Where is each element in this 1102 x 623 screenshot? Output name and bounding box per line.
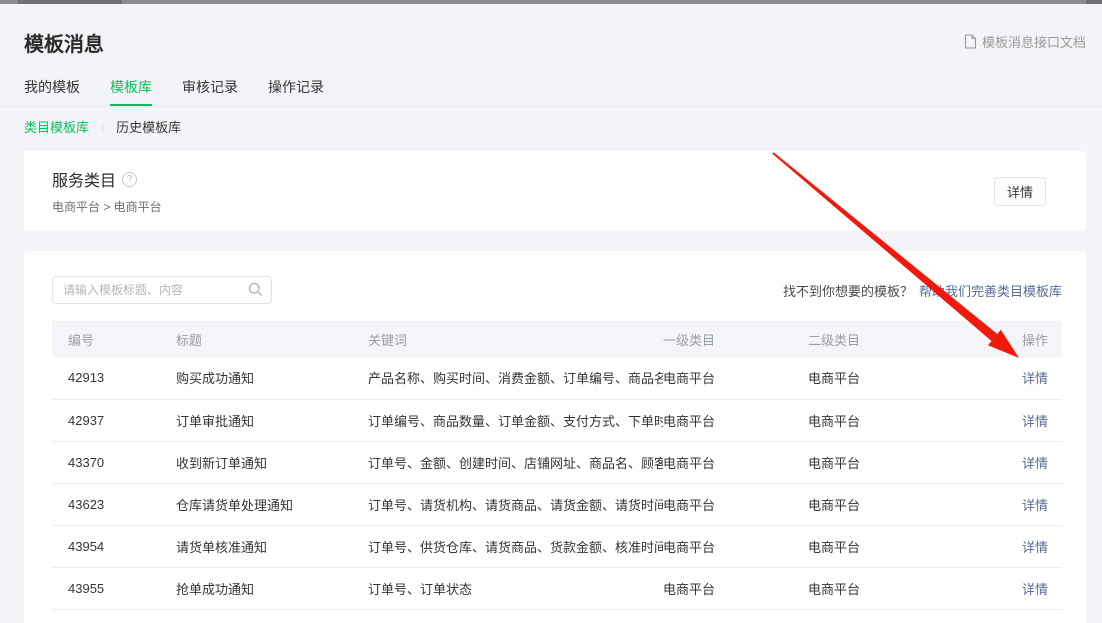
cell-keywords: 订单号、订单状态 [368,567,663,609]
subtab-bar: 类目模板库 | 历史模板库 [0,107,1102,136]
cell-action: 详情 [1022,441,1062,483]
cell-action: 详情 [1022,357,1062,399]
table-row: 42913购买成功通知产品名称、购买时间、消费金额、订单编号、商品名称、支...… [52,357,1062,399]
cell-title: 收到新订单通知 [176,441,368,483]
cell-title: 抢单失败通知 [176,609,368,623]
cell-cat1: 电商平台 [663,441,808,483]
subtab-divider: | [101,120,104,134]
cell-cat2: 电商平台 [808,525,1022,567]
api-doc-label: 模板消息接口文档 [982,32,1086,51]
table-header-row: 编号 标题 关键词 一级类目 二级类目 操作 [52,321,1062,357]
cell-id: 43623 [52,483,176,525]
header-id: 编号 [52,321,176,357]
cell-cat1: 电商平台 [663,483,808,525]
cell-title: 抢单成功通知 [176,567,368,609]
cell-keywords: 产品名称、购买时间、消费金额、订单编号、商品名称、支... [368,357,663,399]
feedback-link[interactable]: 帮助我们完善类目模板库 [919,284,1062,299]
cell-keywords: 订单号、订单状态 [368,609,663,623]
template-table: 编号 标题 关键词 一级类目 二级类目 操作 42913购买成功通知产品名称、购… [52,321,1062,623]
cell-cat2: 电商平台 [808,609,1022,623]
cell-keywords: 订单号、金额、创建时间、店铺网址、商品名、顾客、数量... [368,441,663,483]
cell-cat2: 电商平台 [808,441,1022,483]
cell-cat2: 电商平台 [808,483,1022,525]
cell-id: 43954 [52,525,176,567]
table-row: 43954请货单核准通知订单号、供货仓库、请货商品、货款金额、核准时间电商平台电… [52,525,1062,567]
tab-operation-records[interactable]: 操作记录 [268,77,324,106]
cell-title: 请货单核准通知 [176,525,368,567]
cell-title: 仓库请货单处理通知 [176,483,368,525]
table-row: 43623仓库请货单处理通知订单号、请货机构、请货商品、请货金额、请货时间电商平… [52,483,1062,525]
cell-id: 43955 [52,567,176,609]
tab-bar: 我的模板 模板库 审核记录 操作记录 [0,57,1102,107]
cell-cat2: 电商平台 [808,399,1022,441]
cell-cat1: 电商平台 [663,567,808,609]
cell-keywords: 订单编号、商品数量、订单金额、支付方式、下单时间 [368,399,663,441]
cell-action: 详情 [1022,525,1062,567]
cell-cat1: 电商平台 [663,399,808,441]
tab-my-templates[interactable]: 我的模板 [24,77,80,106]
row-detail-link[interactable]: 详情 [1022,456,1048,471]
table-row: 42937订单审批通知订单编号、商品数量、订单金额、支付方式、下单时间电商平台电… [52,399,1062,441]
search-box [52,276,272,304]
header-cat2: 二级类目 [808,321,1022,357]
row-detail-link[interactable]: 详情 [1022,582,1048,597]
tab-template-library[interactable]: 模板库 [110,77,152,106]
feedback-question: 找不到你想要的模板？ [783,284,913,299]
template-table-card: 找不到你想要的模板？ 帮助我们完善类目模板库 编号 标题 关键词 一级类目 二级类… [24,251,1086,623]
service-category-card: 服务类目 ? 电商平台 > 电商平台 详情 [24,151,1086,231]
cell-action: 详情 [1022,609,1062,623]
search-icon[interactable] [248,282,263,300]
table-row: 43955抢单成功通知订单号、订单状态电商平台电商平台详情 [52,567,1062,609]
header-action: 操作 [1022,321,1062,357]
cell-id: 43956 [52,609,176,623]
cell-title: 订单审批通知 [176,399,368,441]
cell-action: 详情 [1022,567,1062,609]
row-detail-link[interactable]: 详情 [1022,371,1048,386]
header-title: 标题 [176,321,368,357]
cell-title: 购买成功通知 [176,357,368,399]
help-icon[interactable]: ? [122,172,137,187]
category-detail-button[interactable]: 详情 [994,177,1046,206]
row-detail-link[interactable]: 详情 [1022,498,1048,513]
template-message-page: 模板消息 模板消息接口文档 我的模板 模板库 审核记录 操作记录 类目模板库 |… [0,4,1102,623]
table-row: 43370收到新订单通知订单号、金额、创建时间、店铺网址、商品名、顾客、数量..… [52,441,1062,483]
cell-cat1: 电商平台 [663,525,808,567]
cell-cat2: 电商平台 [808,357,1022,399]
document-icon [964,34,977,49]
page-title: 模板消息 [24,28,104,57]
search-input[interactable] [52,276,272,304]
cell-id: 42913 [52,357,176,399]
cell-cat1: 电商平台 [663,609,808,623]
cell-id: 42937 [52,399,176,441]
cell-cat2: 电商平台 [808,567,1022,609]
service-category-title: 服务类目 [52,167,116,191]
api-doc-link[interactable]: 模板消息接口文档 [964,32,1086,51]
cell-action: 详情 [1022,399,1062,441]
cell-keywords: 订单号、供货仓库、请货商品、货款金额、核准时间 [368,525,663,567]
cell-cat1: 电商平台 [663,357,808,399]
cell-keywords: 订单号、请货机构、请货商品、请货金额、请货时间 [368,483,663,525]
cell-id: 43370 [52,441,176,483]
subtab-history-library[interactable]: 历史模板库 [116,117,181,136]
tab-review-records[interactable]: 审核记录 [182,77,238,106]
breadcrumb: 电商平台 > 电商平台 [52,198,162,215]
row-detail-link[interactable]: 详情 [1022,414,1048,429]
cell-action: 详情 [1022,483,1062,525]
header-cat1: 一级类目 [663,321,808,357]
table-row: 43956抢单失败通知订单号、订单状态电商平台电商平台详情 [52,609,1062,623]
row-detail-link[interactable]: 详情 [1022,540,1048,555]
subtab-category-library[interactable]: 类目模板库 [24,117,89,136]
header-keywords: 关键词 [368,321,663,357]
